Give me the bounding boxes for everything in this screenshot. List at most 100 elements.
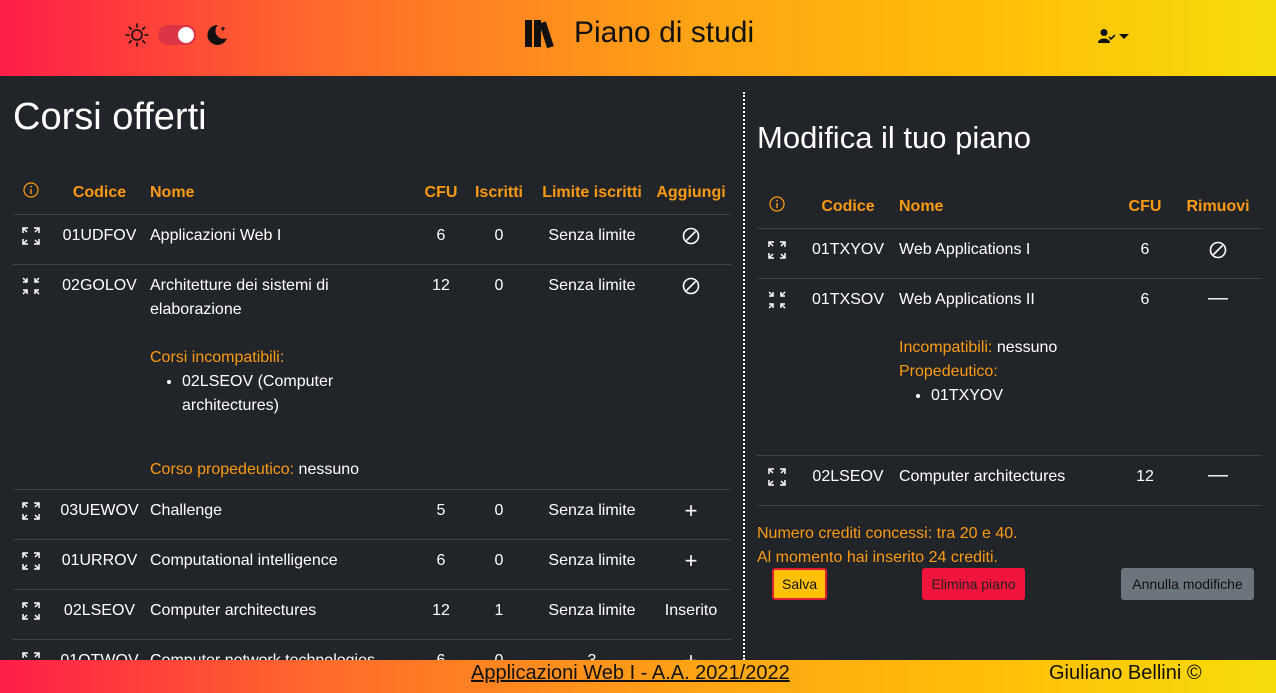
incompatible-item: 02LSEOV (Computer architectures) <box>182 370 417 418</box>
prereq-line: Corso propedeutico: nessuno <box>150 458 417 482</box>
prereq-value: nessuno <box>298 460 360 478</box>
course-cfu: 12 <box>432 276 450 294</box>
course-name: Architetture dei sistemi di elaborazione <box>150 276 329 318</box>
table-row: 02GOLOV Architetture dei sistemi di elab… <box>13 264 731 489</box>
expand-icon[interactable] <box>22 551 40 570</box>
add-button[interactable]: + <box>651 639 731 661</box>
course-cfu: 12 <box>432 601 450 619</box>
course-cfu: 6 <box>436 651 446 661</box>
course-limit: Senza limite <box>548 501 636 519</box>
col-header: CFU <box>1128 197 1162 215</box>
save-button[interactable]: Salva <box>772 568 827 600</box>
course-enrolled: 0 <box>494 501 504 519</box>
course-limit: Senza limite <box>548 551 636 569</box>
course-code: 01TXSOV <box>811 290 885 308</box>
col-header: Iscritti <box>474 183 523 201</box>
delete-plan-button[interactable]: Elimina piano <box>922 568 1025 600</box>
expand-icon[interactable] <box>22 601 40 620</box>
expand-icon[interactable] <box>768 467 786 486</box>
table-row: 02LSEOV Computer architectures 12 1 Senz… <box>13 589 731 639</box>
footer-link[interactable]: Applicazioni Web I - A.A. 2021/2022 <box>471 662 790 685</box>
course-enrolled: 0 <box>494 226 504 244</box>
incompatible-line: Incompatibili: nessuno <box>899 336 1116 360</box>
table-row: 01UDFOV Applicazioni Web I 6 0 Senza lim… <box>13 214 731 264</box>
expand-icon[interactable] <box>22 226 40 245</box>
cancel-changes-button[interactable]: Annulla modifiche <box>1121 568 1254 600</box>
panel-divider <box>743 92 745 660</box>
col-header: Codice <box>72 183 127 201</box>
prereq-label: Corso propedeutico: <box>150 460 295 478</box>
course-code: 01URROV <box>61 551 138 569</box>
moon-icon <box>207 24 227 45</box>
table-row: 02LSEOV Computer architectures 12 — <box>757 455 1262 505</box>
course-enrolled: 0 <box>494 276 504 294</box>
course-limit: Senza limite <box>548 226 636 244</box>
table-row: 01URROV Computational intelligence 6 0 S… <box>13 539 731 589</box>
course-details: Incompatibili: nessuno Propedeutico: 01T… <box>899 336 1116 408</box>
course-code: 03UEWOV <box>60 501 139 519</box>
col-header: Nome <box>899 197 944 215</box>
course-name: Web Applications I <box>899 240 1031 258</box>
course-name: Computer architectures <box>150 601 317 619</box>
course-code: 02LSEOV <box>812 467 884 485</box>
navbar: Piano di studi <box>0 0 1276 76</box>
credits-range: Numero crediti concessi: tra 20 e 40. <box>757 525 1018 542</box>
course-cfu: 5 <box>436 501 446 519</box>
info-icon-header <box>13 172 49 214</box>
blocked-icon <box>1209 241 1227 258</box>
course-enrolled: 0 <box>494 651 504 661</box>
course-code: 02LSEOV <box>63 601 136 619</box>
course-code: 02GOLOV <box>62 276 137 294</box>
course-code: 01OTWOV <box>60 651 139 661</box>
course-name: Challenge <box>150 501 223 519</box>
blocked-icon <box>682 277 700 294</box>
course-name: Computer architectures <box>899 467 1066 485</box>
course-code: 01UDFOV <box>62 226 137 244</box>
course-enrolled: 1 <box>494 601 504 619</box>
course-name: Web Applications II <box>899 290 1035 308</box>
books-icon <box>525 20 554 49</box>
brand: Piano di studi <box>524 16 754 50</box>
course-name: Applicazioni Web I <box>150 226 282 244</box>
info-icon-header <box>757 186 797 228</box>
theme-toggle[interactable] <box>158 25 196 45</box>
course-name: Computer network technologies <box>150 651 376 661</box>
sun-icon <box>125 23 149 47</box>
course-limit: 3 <box>587 651 597 661</box>
study-plan-panel: Modifica il tuo piano Codice Nome CFU Ri… <box>747 76 1276 660</box>
course-details: Corsi incompatibili: 02LSEOV (Computer a… <box>150 346 417 482</box>
expand-icon[interactable] <box>768 240 786 259</box>
remove-button[interactable]: — <box>1174 278 1262 455</box>
course-code: 01TXYOV <box>811 240 885 258</box>
remove-button[interactable]: — <box>1174 455 1262 505</box>
inserted-status: Inserito <box>664 601 718 619</box>
col-header: Rimuovi <box>1186 197 1250 215</box>
table-row: 01TXYOV Web Applications I 6 <box>757 228 1262 278</box>
course-enrolled: 0 <box>494 551 504 569</box>
toggle-knob <box>178 27 194 43</box>
course-limit: Senza limite <box>548 601 636 619</box>
add-button[interactable]: + <box>651 539 731 589</box>
info-icon <box>23 182 39 198</box>
col-header: Aggiungi <box>656 183 726 201</box>
course-cfu: 6 <box>1140 290 1150 308</box>
collapse-icon[interactable] <box>768 290 786 309</box>
expand-icon[interactable] <box>22 651 40 661</box>
credits-current: Al momento hai inserito 24 crediti. <box>757 549 998 566</box>
col-header: Nome <box>150 183 195 201</box>
footer: Applicazioni Web I - A.A. 2021/2022 Giul… <box>0 660 1276 693</box>
expand-icon[interactable] <box>22 501 40 520</box>
table-header: Codice Nome CFU Iscritti Limite iscritti… <box>13 172 731 214</box>
courses-table: Codice Nome CFU Iscritti Limite iscritti… <box>13 172 731 660</box>
collapse-icon[interactable] <box>22 276 40 295</box>
chevron-down-icon <box>1119 34 1129 39</box>
theme-switch[interactable] <box>124 22 230 48</box>
user-check-icon <box>1098 29 1116 43</box>
user-menu[interactable] <box>1098 28 1129 44</box>
table-row: 01TXSOV Web Applications II Incompatibil… <box>757 278 1262 455</box>
plan-title: Modifica il tuo piano <box>757 120 1031 155</box>
add-button[interactable]: + <box>651 489 731 539</box>
table-row: 01OTWOV Computer network technologies 6 … <box>13 639 731 660</box>
course-cfu: 6 <box>436 551 446 569</box>
course-cfu: 6 <box>1140 240 1150 258</box>
